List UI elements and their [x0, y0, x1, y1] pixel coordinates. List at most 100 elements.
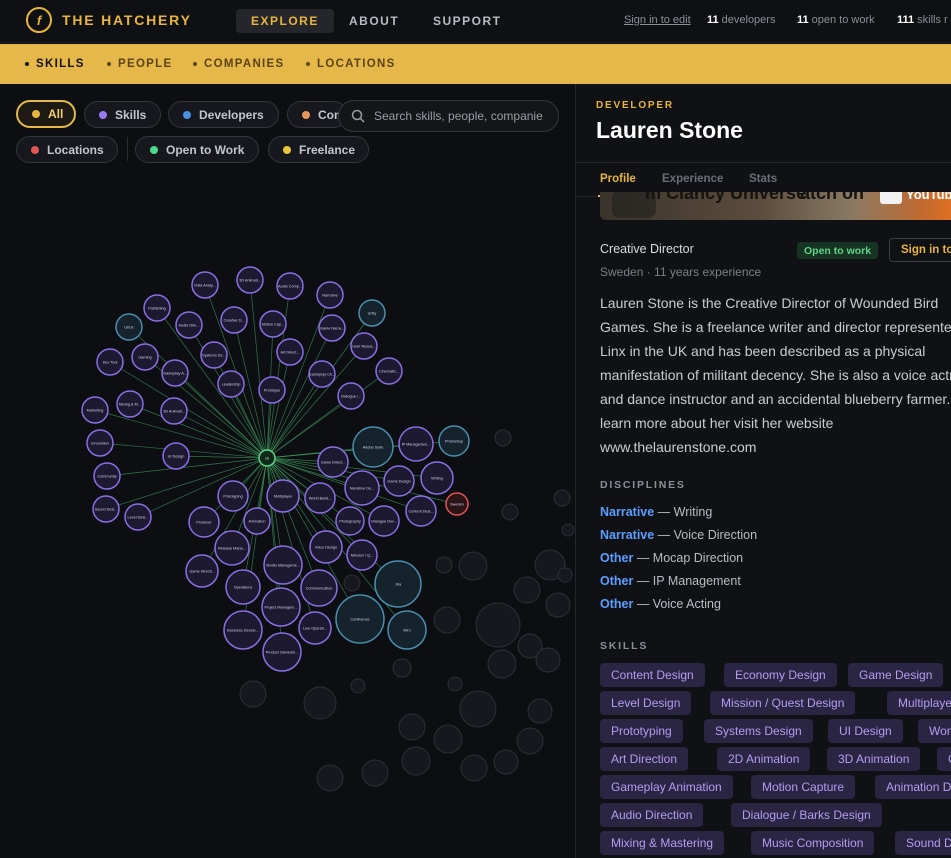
skill-tag[interactable]: UI Design [828, 719, 903, 743]
graph-canvas-pane[interactable]: Data Analy... 3D Animati... Audio Comp... N… [0, 84, 575, 858]
graph-node-dimmed[interactable] [459, 690, 497, 728]
graph-node-skill[interactable]: Business Develo... [223, 610, 263, 650]
graph-node-developer[interactable]: Unity [358, 299, 386, 327]
graph-node-dimmed[interactable] [493, 749, 519, 775]
graph-node-skill[interactable]: Writing [420, 461, 454, 495]
graph-node-skill[interactable]: Cinematic... [375, 357, 403, 385]
skill-tag[interactable]: Level Design [600, 691, 692, 715]
graph-node-skill[interactable]: Mission / Q... [346, 539, 378, 571]
graph-node-dimmed[interactable] [553, 489, 571, 507]
graph-node-dimmed[interactable] [392, 658, 412, 678]
filter-chip-developers[interactable]: Developers [168, 101, 279, 128]
graph-node-skill[interactable]: Game Design [383, 465, 415, 497]
graph-node-dimmed[interactable] [239, 680, 267, 708]
graph-node-skill[interactable]: IP Managemen... [398, 426, 434, 462]
graph-node-developer[interactable]: Ui/Ux [115, 313, 143, 341]
skill-tag[interactable]: Multiplayer Design [887, 691, 951, 715]
graph-node-skill[interactable]: World Build... [304, 482, 336, 514]
skill-tag[interactable]: Cinematics [937, 747, 951, 771]
graph-node-dimmed[interactable] [350, 678, 366, 694]
filter-chip-open-to-work[interactable]: Open to Work [135, 136, 259, 163]
graph-node-dimmed[interactable] [398, 713, 426, 741]
skill-tag[interactable]: Game Design [848, 663, 944, 687]
graph-node-developer[interactable]: Photoshop [438, 425, 470, 457]
graph-node-skill[interactable]: Narrative [316, 281, 344, 309]
skills-network-graph[interactable]: Data Analy... 3D Animati... Audio Comp... N… [0, 84, 575, 858]
graph-node-dimmed[interactable] [460, 754, 488, 782]
skill-tag[interactable]: Motion Capture [751, 775, 856, 799]
skill-tag[interactable]: World Building [918, 719, 951, 743]
graph-node-skill[interactable]: Gaming [131, 343, 159, 371]
graph-node-skill[interactable]: Release Mana... [214, 530, 250, 566]
hatchery-logo-icon[interactable]: f [26, 7, 52, 33]
graph-node-skill[interactable]: Publishing [143, 294, 171, 322]
skill-tag[interactable]: 3D Animation [827, 747, 921, 771]
graph-node-developer[interactable]: Miro [387, 610, 427, 650]
graph-node-skill[interactable]: Prototype [258, 376, 286, 404]
skill-tag[interactable]: Economy Design [724, 663, 837, 687]
graph-node-dimmed[interactable] [501, 503, 519, 521]
graph-node-dimmed[interactable] [561, 523, 575, 537]
discipline-category[interactable]: Narrative [600, 528, 654, 542]
graph-node-dimmed[interactable] [401, 746, 431, 776]
skill-tag[interactable]: 2D Animation [717, 747, 811, 771]
graph-node-skill[interactable]: Motion Cap... [259, 310, 287, 338]
graph-node-skill[interactable]: Creative D... [220, 306, 248, 334]
graph-node-skill[interactable]: User Resea... [350, 332, 378, 360]
graph-node-skill[interactable]: 3D Animati... [236, 266, 264, 294]
skill-tag[interactable]: Music Composition [751, 831, 875, 855]
graph-node-developer[interactable]: Adobe Suite [352, 426, 394, 468]
graph-node-skill[interactable]: Product Ownersh... [262, 632, 302, 672]
graph-node-skill[interactable]: Gameplay A... [161, 359, 189, 387]
graph-node-skill[interactable]: Sound Desi... [92, 495, 120, 523]
brand-name[interactable]: THE HATCHERY [62, 12, 192, 28]
skill-tag[interactable]: Systems Design [704, 719, 813, 743]
graph-node-skill[interactable]: Communication [300, 569, 338, 607]
graph-node-dimmed[interactable] [433, 606, 461, 634]
skill-tag[interactable]: Dialogue / Barks Design [731, 803, 882, 827]
graph-node-skill[interactable]: Systems De... [200, 341, 228, 369]
graph-node-skill[interactable]: Photography [335, 506, 365, 536]
graph-node-skill[interactable]: Multiplayer [266, 479, 300, 513]
graph-node-skill[interactable]: Data Analy... [191, 271, 219, 299]
graph-node-dimmed[interactable] [447, 676, 463, 692]
discipline-category[interactable]: Narrative [600, 505, 654, 519]
filter-chip-all[interactable]: All [16, 100, 76, 128]
nav-about[interactable]: ABOUT [334, 9, 414, 33]
graph-node-skill[interactable]: Game Direct... [317, 446, 349, 478]
graph-node-dimmed[interactable] [545, 592, 571, 618]
graph-node-dimmed[interactable] [527, 698, 553, 724]
subnav-people[interactable]: PEOPLE [107, 58, 172, 70]
filter-chip-locations[interactable]: Locations [16, 136, 118, 163]
graph-node-skill[interactable]: Audio Dire... [175, 311, 203, 339]
graph-node-dimmed[interactable] [458, 551, 488, 581]
skill-tag[interactable]: Mission / Quest Design [710, 691, 856, 715]
graph-node-skill[interactable]: Project Managem... [261, 587, 301, 627]
graph-node-dimmed[interactable] [316, 764, 344, 792]
graph-node-skill[interactable]: 3D Animati... [160, 397, 188, 425]
graph-node-skill[interactable]: Innovation [86, 429, 114, 457]
discipline-category[interactable]: Other [600, 597, 633, 611]
skill-tag[interactable]: Sound Design [895, 831, 951, 855]
graph-node-skill[interactable]: UI Design [162, 442, 190, 470]
graph-node-dimmed[interactable] [343, 574, 361, 592]
graph-node-developer[interactable]: Jira [374, 560, 422, 608]
graph-node-skill[interactable]: Art Direct... [276, 338, 304, 366]
graph-node-skill[interactable]: Dialogue Dev... [368, 505, 400, 537]
graph-node-skill[interactable]: Dev Tool [96, 348, 124, 376]
graph-node-skill[interactable]: Animation [243, 507, 271, 535]
graph-node-dimmed[interactable] [433, 724, 463, 754]
skill-tag[interactable]: Content Design [600, 663, 705, 687]
skill-tag[interactable]: Prototyping [600, 719, 683, 743]
graph-node-dimmed[interactable] [475, 602, 521, 648]
graph-node-skill[interactable]: Prototyping [217, 480, 249, 512]
sign-in-to-edit-button[interactable]: Sign in to [889, 238, 951, 262]
graph-node-skill[interactable]: Audio Comp... [276, 272, 304, 300]
graph-node-skill[interactable]: Dialogue /... [337, 382, 365, 410]
graph-node-skill[interactable]: Studio Manageme... [263, 545, 303, 585]
graph-node-location[interactable]: Sweden [445, 492, 469, 516]
graph-node-skill[interactable]: Operations [225, 569, 261, 605]
graph-node-skill[interactable]: Narrative De... [344, 470, 380, 506]
graph-node-skill[interactable]: Leadership [217, 370, 245, 398]
graph-node-skill[interactable]: Marketing [81, 396, 109, 424]
